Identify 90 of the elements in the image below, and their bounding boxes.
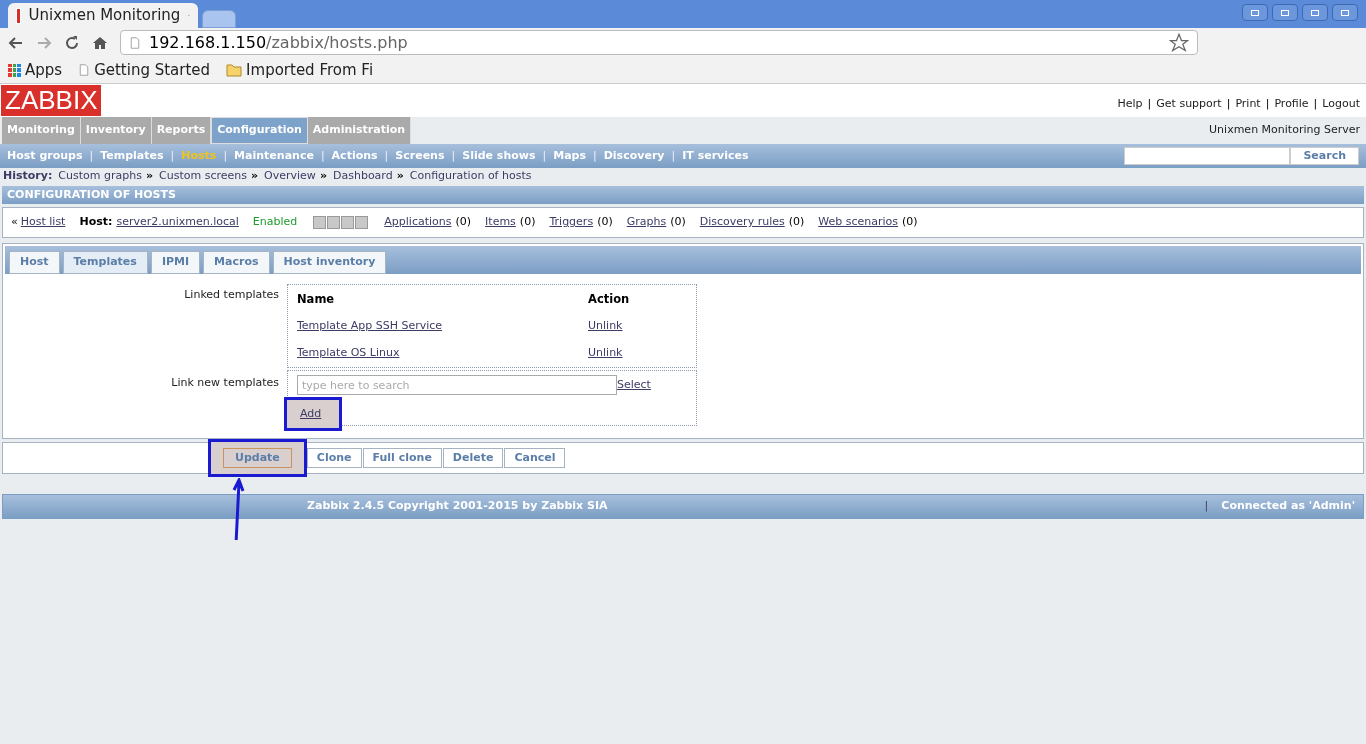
reload-icon[interactable] bbox=[64, 34, 80, 51]
form-tab[interactable]: Templates bbox=[62, 251, 148, 274]
form-tab[interactable]: Host inventory bbox=[272, 251, 387, 274]
count-text: (0) bbox=[519, 214, 536, 231]
form-tab[interactable]: Host bbox=[9, 251, 60, 274]
count-text: (0) bbox=[670, 214, 686, 231]
availability-icon bbox=[355, 216, 369, 229]
separator-text: | bbox=[384, 147, 389, 164]
form-button[interactable]: Full clone bbox=[362, 448, 442, 468]
form-button[interactable]: Delete bbox=[442, 448, 504, 468]
separator-text: | bbox=[89, 147, 94, 164]
connected-user-text: Connected as 'Admin' bbox=[1221, 498, 1355, 515]
bookmark[interactable]: Apps bbox=[8, 58, 63, 82]
zabbix-logo: ZABBIX bbox=[1, 85, 102, 116]
form-button[interactable]: Cancel bbox=[504, 448, 566, 468]
count-text: (0) bbox=[597, 214, 613, 231]
separator-text: » bbox=[396, 168, 404, 185]
separator-text: » bbox=[250, 168, 259, 185]
separator-text: | bbox=[1313, 96, 1318, 113]
separator-text: | bbox=[1226, 96, 1231, 113]
separator-text: | bbox=[170, 147, 175, 164]
form-tab[interactable]: Macros bbox=[203, 251, 270, 274]
history-label: History: bbox=[3, 168, 53, 185]
availability-icon bbox=[313, 216, 327, 229]
star-icon[interactable] bbox=[1169, 32, 1189, 53]
host-label: Host: bbox=[79, 214, 113, 231]
unlink-link[interactable]: Unlink bbox=[588, 344, 623, 362]
home-icon[interactable] bbox=[92, 34, 108, 51]
count-text: (0) bbox=[788, 214, 805, 231]
host-list-link[interactable]: Host list bbox=[20, 214, 66, 231]
separator-text: | bbox=[1204, 498, 1209, 515]
tab-title: Unixmen Monitoring bbox=[28, 5, 181, 27]
server-name: Unixmen Monitoring Server bbox=[1209, 122, 1361, 139]
select-link[interactable]: Select bbox=[617, 377, 651, 394]
browser-tab[interactable]: Unixmen Monitoring bbox=[8, 3, 198, 28]
separator-text: » bbox=[319, 168, 327, 185]
separator-text: | bbox=[1147, 96, 1152, 113]
bookmark[interactable]: Getting Started bbox=[78, 58, 211, 82]
separator-text: | bbox=[542, 147, 547, 164]
availability-icon bbox=[341, 216, 355, 229]
history-link[interactable]: Configuration of hosts bbox=[409, 168, 532, 185]
header-link[interactable]: Get support bbox=[1156, 96, 1222, 113]
history-link[interactable]: Overview bbox=[264, 168, 316, 185]
zabbix-favicon-icon bbox=[16, 7, 21, 24]
host-section-link[interactable]: Triggers bbox=[549, 214, 594, 231]
back-mark: « bbox=[11, 214, 18, 231]
bookmark[interactable]: Imported From Fi bbox=[226, 58, 374, 82]
section-title: CONFIGURATION OF HOSTS bbox=[2, 186, 1364, 204]
header-link[interactable]: Profile bbox=[1274, 96, 1309, 113]
column-header: Action bbox=[588, 291, 630, 308]
separator-text: | bbox=[320, 147, 325, 164]
address-bar[interactable]: 192.168.1.150/zabbix/hosts.php bbox=[120, 30, 1198, 55]
host-section-link[interactable]: Discovery rules bbox=[699, 214, 785, 231]
history-link[interactable]: Custom graphs bbox=[58, 168, 142, 185]
form-tab[interactable]: IPMI bbox=[150, 251, 201, 274]
separator-text: | bbox=[671, 147, 676, 164]
separator-text: | bbox=[451, 147, 456, 164]
host-section-link[interactable]: Graphs bbox=[626, 214, 667, 231]
status-text: Enabled bbox=[252, 214, 298, 231]
copyright-text: Zabbix 2.4.5 Copyright 2001-2015 by Zabbix SIA bbox=[307, 498, 608, 515]
separator-text: » bbox=[145, 168, 154, 185]
add-button[interactable]: Add bbox=[284, 397, 342, 432]
field-label: Link new templates bbox=[170, 375, 280, 392]
separator-text: | bbox=[593, 147, 597, 164]
apps-grid-icon bbox=[8, 63, 21, 77]
template-search-field[interactable]: type here to search bbox=[297, 375, 617, 396]
availability-icon bbox=[327, 216, 341, 229]
history-link[interactable]: Dashboard bbox=[333, 168, 393, 185]
template-link[interactable]: Template App SSH Service bbox=[297, 319, 443, 333]
header-link[interactable]: Logout bbox=[1322, 96, 1360, 113]
search-button[interactable]: Search bbox=[1290, 147, 1359, 165]
form-button[interactable]: Clone bbox=[306, 448, 362, 468]
back-arrow-icon[interactable] bbox=[8, 34, 24, 51]
header-link[interactable]: Print bbox=[1235, 96, 1261, 113]
host-section-link[interactable]: Web scenarios bbox=[818, 214, 899, 231]
url-text: 192.168.1.150/zabbix/hosts.php bbox=[149, 31, 408, 54]
count-text: (0) bbox=[455, 214, 472, 231]
template-link[interactable]: Template OS Linux bbox=[297, 345, 400, 359]
host-section-link[interactable]: Applications bbox=[384, 214, 452, 231]
search-field[interactable] bbox=[1124, 147, 1291, 165]
separator-text: | bbox=[223, 147, 228, 164]
header-link[interactable]: Help bbox=[1117, 96, 1143, 113]
field-label: Linked templates bbox=[183, 287, 280, 303]
host-name-link[interactable]: server2.unixmen.local bbox=[116, 214, 239, 231]
count-text: (0) bbox=[902, 214, 918, 231]
separator-text: | bbox=[1265, 96, 1270, 113]
unlink-link[interactable]: Unlink bbox=[588, 318, 623, 335]
history-link[interactable]: Custom screens bbox=[159, 168, 247, 185]
column-header: Name bbox=[297, 291, 336, 308]
host-section-link[interactable]: Items bbox=[485, 214, 516, 231]
